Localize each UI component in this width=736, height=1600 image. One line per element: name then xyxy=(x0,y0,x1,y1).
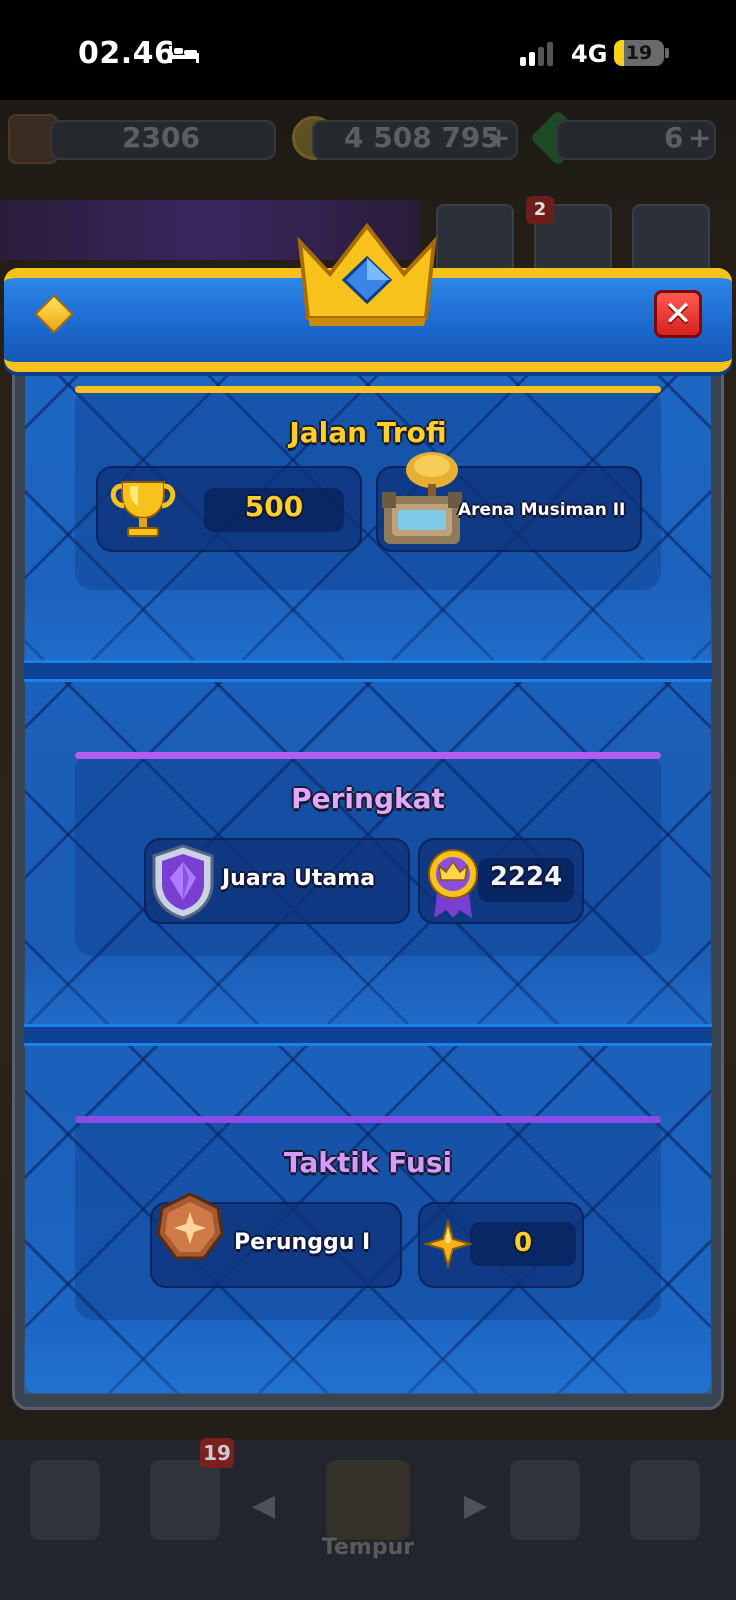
nav-events[interactable] xyxy=(630,1460,700,1540)
gold-counter-value: 4 508 795 xyxy=(344,121,500,154)
ranked-title: Peringkat xyxy=(291,782,445,815)
signal-icon xyxy=(520,40,553,66)
fusion-title: Taktik Fusi xyxy=(283,1146,453,1179)
news-badge: 2 xyxy=(526,196,554,224)
battery-level: 19 xyxy=(625,42,653,64)
status-bar: 02.46 4G 19 xyxy=(0,0,736,100)
fusion-league-name: Perunggu I xyxy=(234,1230,371,1255)
crown-medal-icon xyxy=(428,849,478,918)
crown-icon xyxy=(297,222,437,326)
gem-add-button[interactable]: + xyxy=(688,121,711,154)
nav-battle-label: Tempur xyxy=(321,1535,415,1560)
ranked-league-name: Juara Utama xyxy=(222,866,376,891)
arena-name: Arena Musiman II xyxy=(458,500,626,520)
ranked-accent-line xyxy=(75,752,661,759)
menu-button[interactable] xyxy=(632,204,710,274)
section-divider xyxy=(24,1024,712,1046)
ranked-rating-value: 2224 xyxy=(489,862,563,892)
nav-left-arrow[interactable]: ◀ xyxy=(252,1488,275,1523)
trophy-road-accent-line xyxy=(75,386,661,393)
friends-button[interactable] xyxy=(436,204,514,274)
trophy-icon xyxy=(110,481,176,537)
network-type: 4G xyxy=(571,40,608,68)
section-divider xyxy=(24,660,712,682)
nav-shop[interactable] xyxy=(30,1460,100,1540)
close-icon: ✕ xyxy=(663,294,693,334)
trophy-road-title: Jalan Trofi xyxy=(289,416,447,449)
bronze-badge-icon xyxy=(156,1192,224,1260)
gold-add-button[interactable]: + xyxy=(487,121,510,154)
close-button[interactable]: ✕ xyxy=(654,290,702,338)
fusion-accent-line xyxy=(75,1116,661,1123)
nav-battle[interactable] xyxy=(326,1460,410,1540)
battery-icon: 19 xyxy=(614,40,664,66)
nav-right-arrow[interactable]: ▶ xyxy=(464,1488,487,1523)
sleep-mode-icon xyxy=(169,46,199,63)
nav-clan[interactable] xyxy=(510,1460,580,1540)
fusion-star-icon xyxy=(424,1220,472,1268)
trophy-counter-value: 2306 xyxy=(122,121,200,154)
league-shield-icon xyxy=(152,844,214,920)
fusion-points-value: 0 xyxy=(513,1228,533,1258)
arena-icon xyxy=(382,452,462,544)
nav-cards[interactable] xyxy=(150,1460,220,1540)
status-time: 02.46 xyxy=(78,36,176,71)
trophy-count-value: 500 xyxy=(244,490,304,523)
cards-badge: 19 xyxy=(200,1438,234,1468)
gem-counter-value: 6 xyxy=(664,121,684,154)
